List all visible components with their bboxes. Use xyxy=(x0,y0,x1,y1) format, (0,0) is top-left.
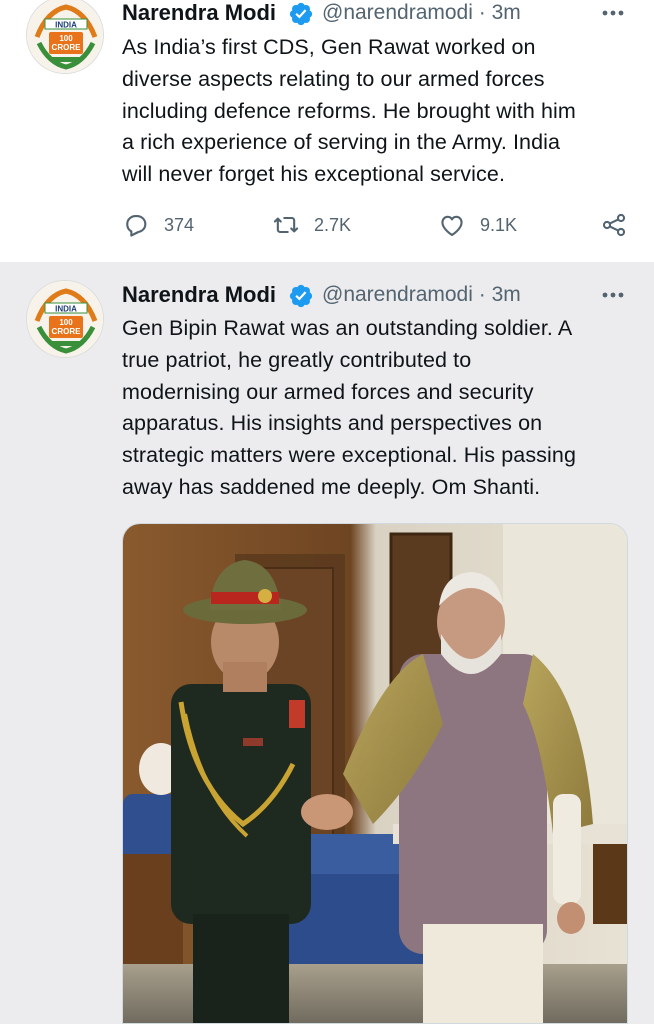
photo-officials-handshake xyxy=(123,524,627,1023)
avatar-logo-icon: INDIA 100 CRORE xyxy=(27,281,103,357)
svg-text:100: 100 xyxy=(59,318,73,327)
timestamp[interactable]: 3m xyxy=(492,1,521,24)
more-options-icon[interactable] xyxy=(598,0,628,28)
timestamp[interactable]: 3m xyxy=(492,283,521,306)
separator-dot: · xyxy=(478,1,486,24)
verified-badge-icon xyxy=(289,2,313,26)
tweet-text-line: modernising our armed forces and securit… xyxy=(122,379,534,404)
author-name[interactable]: Narendra Modi xyxy=(122,280,276,310)
avatar-logo-icon: INDIA 100 CRORE xyxy=(27,0,103,73)
tweet[interactable]: INDIA 100 CRORE Narendra Modi @narendram… xyxy=(0,0,654,262)
tweet-text-line: apparatus. His insights and perspectives… xyxy=(122,411,543,436)
author-handle[interactable]: @narendramodi · 3m xyxy=(322,0,521,28)
tweet-text-line: As India’s first CDS, Gen Rawat worked o… xyxy=(122,35,536,59)
share-button[interactable] xyxy=(600,207,628,243)
share-icon xyxy=(602,213,626,237)
tweet-actions: 374 2.7K 9.1K xyxy=(122,207,628,243)
retweet-button[interactable]: 2.7K xyxy=(272,207,351,243)
tweet-text-line: will never forget his exceptional servic… xyxy=(122,162,506,187)
tweet-text-line: a rich experience of serving in the Army… xyxy=(122,130,561,155)
verified-badge-icon xyxy=(289,284,313,308)
svg-text:100: 100 xyxy=(59,34,73,43)
author-handle[interactable]: @narendramodi · 3m xyxy=(322,280,521,310)
tweet-photo[interactable] xyxy=(122,523,628,1024)
tweet-text: As India’s first CDS, Gen Rawat worked o… xyxy=(122,32,632,191)
svg-text:INDIA: INDIA xyxy=(55,21,77,30)
reply-icon xyxy=(126,214,147,237)
more-options-icon[interactable] xyxy=(598,280,628,310)
svg-text:INDIA: INDIA xyxy=(55,305,77,314)
svg-text:CRORE: CRORE xyxy=(52,43,82,52)
retweet-count: 2.7K xyxy=(314,214,352,235)
reply-button[interactable]: 374 xyxy=(122,207,194,243)
tweet-text-line: strategic matters were exceptional. His … xyxy=(122,443,577,468)
tweet-text-line: true patriot, he greatly contributed to xyxy=(122,347,472,372)
tweet-header: Narendra Modi @narendramodi · 3m xyxy=(122,280,628,310)
tweet-text-line: diverse aspects relating to our armed fo… xyxy=(122,66,545,91)
avatar[interactable]: INDIA 100 CRORE xyxy=(26,0,104,74)
tweet-text-line: away has saddened me deeply. Om Shanti. xyxy=(122,474,541,499)
svg-text:CRORE: CRORE xyxy=(52,327,82,336)
like-button[interactable]: 9.1K xyxy=(438,207,517,243)
author-name[interactable]: Narendra Modi xyxy=(122,0,276,28)
avatar[interactable]: INDIA 100 CRORE xyxy=(26,280,104,358)
tweet-text-line: Gen Bipin Rawat was an outstanding soldi… xyxy=(122,316,573,340)
tweet-text: Gen Bipin Rawat was an outstanding soldi… xyxy=(122,313,632,504)
like-icon xyxy=(441,215,463,236)
tweet-header: Narendra Modi @narendramodi · 3m xyxy=(122,0,628,28)
reply-count: 374 xyxy=(164,214,195,235)
tweet-text-line: including defence reforms. He brought wi… xyxy=(122,98,576,123)
retweet-icon xyxy=(273,216,299,234)
like-count: 9.1K xyxy=(480,214,518,235)
separator-dot: · xyxy=(478,283,486,306)
